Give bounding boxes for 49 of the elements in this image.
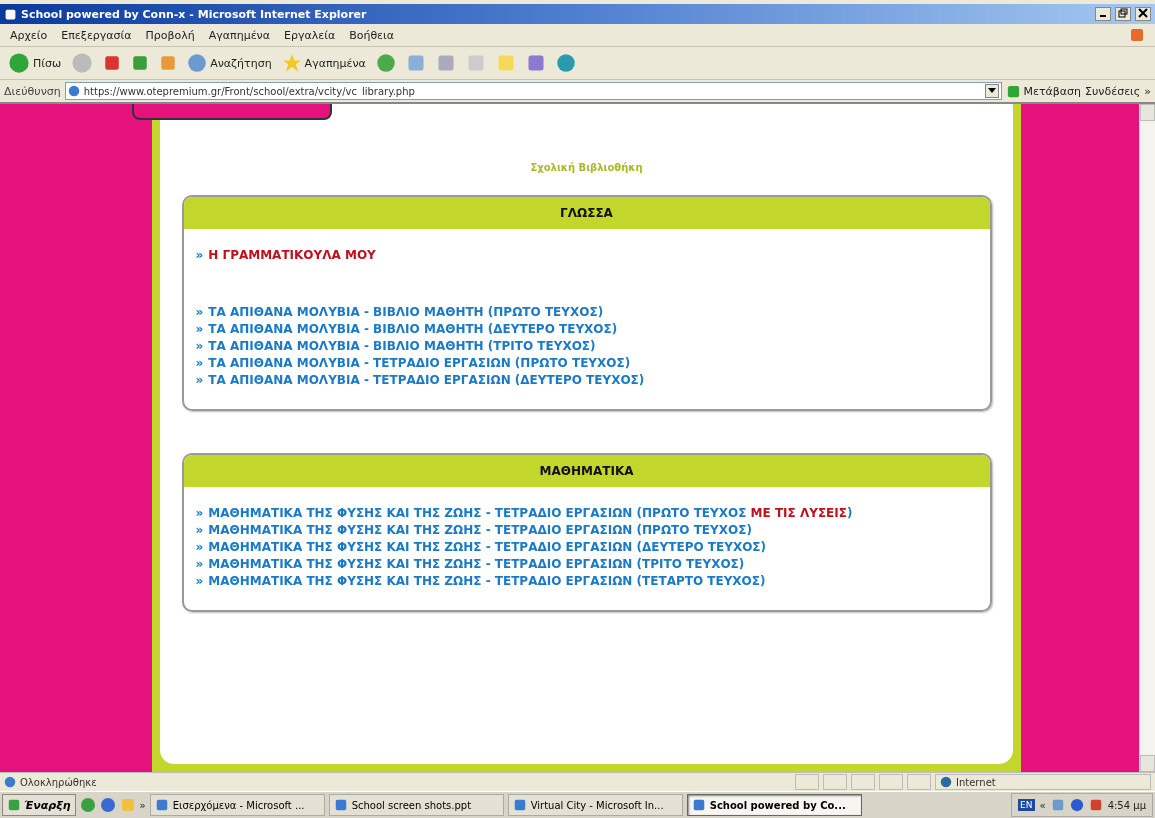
caret-icon xyxy=(987,87,996,94)
book-link[interactable]: » ΤΑ ΑΠΙΘΑΝΑ ΜΟΛΥΒΙΑ - ΤΕΤΡΑΔΙΟ ΕΡΓΑΣΙΩΝ (ΠΡΩΤΟ ΤΕΥΧΟΣ) xyxy=(195,355,631,372)
favorites-button[interactable]: Αγαπημένα xyxy=(281,53,366,73)
language-indicator[interactable]: EN xyxy=(1018,799,1035,811)
dropdown-button[interactable] xyxy=(984,84,999,98)
more-button[interactable]: » xyxy=(1144,84,1151,98)
menu-item[interactable]: Αγαπημένα xyxy=(208,28,270,42)
book-link[interactable]: » ΜΑΘΗΜΑΤΙΚΑ ΤΗΣ ΦΥΣΗΣ ΚΑΙ ΤΗΣ ΖΩΗΣ - ΤΕΤΡΑΔΙΟ ΕΡΓΑΣΙΩΝ (ΔΕΥΤΕΡΟ ΤΕΥΧΟΣ) xyxy=(195,539,766,556)
book-link[interactable]: » ΤΑ ΑΠΙΘΑΝΑ ΜΟΛΥΒΙΑ - ΒΙΒΛΙΟ ΜΑΘΗΤΗ (ΤΡΙΤΟ ΤΕΥΧΟΣ) xyxy=(195,338,596,355)
book-link[interactable]: » ΤΑ ΑΠΙΘΑΝΑ ΜΟΛΥΒΙΑ - ΒΙΒΛΙΟ ΜΑΘΗΤΗ (ΔΕΥΤΕΡΟ ΤΕΥΧΟΣ) xyxy=(195,321,618,338)
book-link[interactable]: » ΜΑΘΗΜΑΤΙΚΑ ΤΗΣ ΦΥΣΗΣ ΚΑΙ ΤΗΣ ΖΩΗΣ - ΤΕΤΡΑΔΙΟ ΕΡΓΑΣΙΩΝ (ΠΡΩΤΟ ΤΕΥΧΟΣ) xyxy=(195,522,752,539)
section-heading: ΓΛΩΣΣΑ xyxy=(560,206,613,220)
close-icon xyxy=(1138,8,1148,18)
taskbar-button[interactable]: School screen shots.ppt xyxy=(328,794,504,816)
book-link[interactable]: » Η ΓΡΑΜΜΑΤΙΚΟΥΛΑ ΜΟΥ xyxy=(195,247,376,264)
scrollbar[interactable] xyxy=(1139,104,1155,772)
minimize-icon xyxy=(1100,15,1106,17)
restore-icon xyxy=(1118,8,1128,18)
minimize-button[interactable] xyxy=(1095,7,1111,21)
go-button[interactable]: Μετάβαση xyxy=(1005,83,1082,99)
address-bar-field[interactable]: https://www.otepremium.gr/Front/school/extra/vcity/vc_library.php xyxy=(64,82,1002,100)
start-button[interactable]: Έναρξη xyxy=(2,794,76,816)
book-link[interactable]: » ΜΑΘΗΜΑΤΙΚΑ ΤΗΣ ΦΥΣΗΣ ΚΑΙ ΤΗΣ ΖΩΗΣ - ΤΕΤΡΑΔΙΟ ΕΡΓΑΣΙΩΝ (ΤΕΤΑΡΤΟ ΤΕΥΧΟΣ) xyxy=(195,573,766,590)
menu-item[interactable]: Εργαλεία xyxy=(284,28,336,42)
more-button[interactable]: » xyxy=(139,799,146,811)
book-link[interactable]: » ΜΑΘΗΜΑΤΙΚΑ ΤΗΣ ΦΥΣΗΣ ΚΑΙ ΤΗΣ ΖΩΗΣ - ΤΕΤΡΑΔΙΟ ΕΡΓΑΣΙΩΝ (ΤΡΙΤΟ ΤΕΥΧΟΣ) xyxy=(195,556,745,573)
back-button[interactable]: Πίσω xyxy=(8,52,62,74)
menu-item[interactable]: Βοήθεια xyxy=(349,28,395,42)
search-button[interactable]: Αναζήτηση xyxy=(187,53,272,73)
taskbar-button[interactable]: Virtual City - Microsoft In... xyxy=(507,794,683,816)
close-button[interactable] xyxy=(1135,7,1151,21)
links-button[interactable]: Συνδέσεις xyxy=(1085,84,1141,98)
zone-text: Internet xyxy=(956,776,996,788)
book-link[interactable]: » ΤΑ ΑΠΙΘΑΝΑ ΜΟΛΥΒΙΑ - ΒΙΒΛΙΟ ΜΑΘΗΤΗ (ΠΡΩΤΟ ΤΕΥΧΟΣ) xyxy=(195,304,604,321)
restore-button[interactable] xyxy=(1115,7,1131,21)
status-text: Ολοκληρώθηκε xyxy=(20,776,98,788)
taskbar-button[interactable]: Εισερχόμενα - Microsoft ... xyxy=(149,794,325,816)
book-link[interactable]: » ΜΑΘΗΜΑΤΙΚΑ ΤΗΣ ΦΥΣΗΣ ΚΑΙ ΤΗΣ ΖΩΗΣ - ΤΕΤΡΑΔΙΟ ΕΡΓΑΣΙΩΝ (ΠΡΩΤΟ ΤΕΥΧΟΣ ΜΕ ΤΙΣ ΛΥΣΕΙΣ) xyxy=(195,505,853,522)
page-title: Σχολική Βιβλιοθήκη xyxy=(530,162,643,173)
clock: 4:54 μμ xyxy=(1107,799,1146,811)
menu-item[interactable]: Προβολή xyxy=(145,28,195,42)
taskbar-button[interactable]: School powered by Co... xyxy=(686,794,862,816)
book-link[interactable]: » ΤΑ ΑΠΙΘΑΝΑ ΜΟΛΥΒΙΑ - ΤΕΤΡΑΔΙΟ ΕΡΓΑΣΙΩΝ (ΔΕΥΤΕΡΟ ΤΕΥΧΟΣ) xyxy=(195,372,645,389)
tray-expand-button[interactable]: « xyxy=(1039,799,1046,811)
address-label: Διεύθυνση xyxy=(4,84,61,98)
window-title: School powered by Conn-x - Microsoft Internet Explorer xyxy=(21,7,368,21)
menu-item[interactable]: Επεξεργασία xyxy=(61,28,132,42)
menu-item[interactable]: Αρχείο xyxy=(10,28,48,42)
section-heading: ΜΑΘΗΜΑΤΙΚΑ xyxy=(539,464,634,478)
